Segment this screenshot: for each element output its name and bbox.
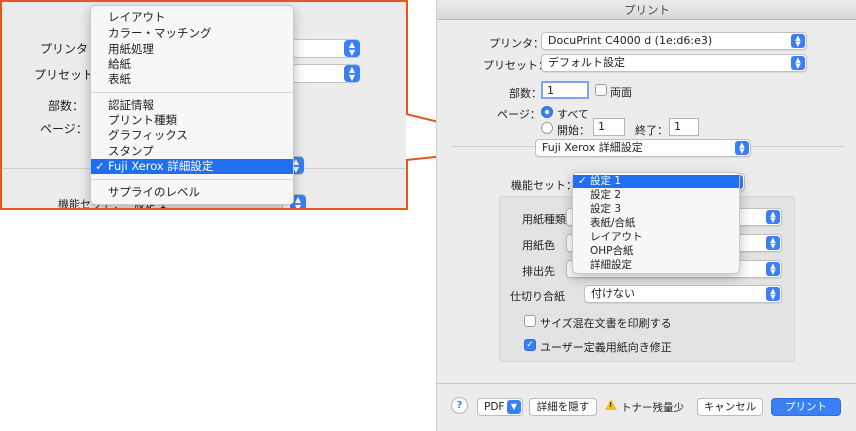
chevron-updown-icon: ▲▼ [344,40,360,57]
screenshot-root: プリンタ： ▲▼ プリセット ▲▼ 部数： ページ： ▲▼ 機能セット： 設定 … [0,0,856,431]
zoom-inset: プリンタ： ▲▼ プリセット ▲▼ 部数： ページ： ▲▼ 機能セット： 設定 … [0,0,408,210]
inset-dropdown-menu: レイアウト カラー・マッチング 用紙処理 給紙 表紙 認証情報 プリント種類 グ… [90,5,294,205]
feature-option-cover-insert[interactable]: 表紙/合紙 [573,217,739,230]
copies-field[interactable]: 1 [541,81,589,99]
section-value: Fuji Xerox 詳細設定 [542,141,643,154]
preset-label: プリセット： [483,59,549,72]
toner-low-label: トナー残量少 [621,402,684,414]
separator-label: 仕切り合紙 [510,290,565,303]
paper-color-label: 用紙色 [522,239,555,252]
chevron-updown-icon: ▲▼ [735,141,749,155]
pages-range-radio[interactable] [541,122,553,134]
pages-all-radio[interactable] [541,106,553,118]
print-button[interactable]: プリント [771,398,841,416]
from-field[interactable]: 1 [593,118,625,136]
chevron-updown-icon: ▲▼ [344,65,360,82]
feature-set-menu: ✓ 設定 1 設定 2 設定 3 表紙/合紙 レイアウト OHP合紙 詳細設定 [572,172,740,274]
feature-option-ohp[interactable]: OHP合紙 [573,245,739,258]
mixed-size-label: サイズ混在文書を印刷する [540,317,672,330]
print-dialog: プリント プリンタ： DocuPrint C4000 d (1e:d6:e3) … [436,0,856,431]
output-label: 排出先 [522,265,555,278]
checkmark-icon: ✓ [578,175,587,187]
preset-value: デフォルト設定 [548,56,625,69]
separator-value: 付けない [591,287,635,300]
inset-preset-label: プリセット [34,68,95,82]
checkmark-icon: ✓ [95,159,105,173]
menu-item-print-type[interactable]: プリント種類 [91,113,293,128]
paper-type-label: 用紙種類 [522,213,566,226]
chevron-updown-icon: ▲▼ [766,210,780,224]
footer-divider [437,383,856,384]
feature-option-detail[interactable]: 詳細設定 [573,259,739,272]
inset-pages-label: ページ： [40,122,88,136]
chevron-updown-icon: ▲▼ [766,262,780,276]
menu-item-color-matching[interactable]: カラー・マッチング [91,26,293,41]
menu-item-layout[interactable]: レイアウト [91,10,293,25]
feature-set-label: 機能セット： [511,179,577,192]
separator-select[interactable]: 付けない ▲ ▼ [584,285,782,303]
warning-icon: ! [605,399,617,410]
menu-item-fuji-xerox-detail[interactable]: ✓ Fuji Xerox 詳細設定 [91,159,293,174]
menu-separator [91,92,293,93]
chevron-updown-icon: ▲▼ [766,236,780,250]
menu-item-stamp[interactable]: スタンプ [91,144,293,159]
feature-option-setting-2[interactable]: 設定 2 [573,189,739,202]
printer-select[interactable]: DocuPrint C4000 d (1e:d6:e3) ▲ ▼ [541,32,807,50]
cancel-button[interactable]: キャンセル [697,398,763,416]
feature-option-layout[interactable]: レイアウト [573,231,739,244]
to-label: 終了： [635,124,668,137]
preset-select[interactable]: デフォルト設定 ▲ ▼ [541,54,807,72]
hide-details-button[interactable]: 詳細を隠す [529,398,597,416]
from-label: 開始： [557,124,590,137]
dialog-title: プリント [437,0,856,20]
feature-option-setting-3[interactable]: 設定 3 [573,203,739,216]
inset-copies-label: 部数： [48,99,85,113]
menu-item-graphics[interactable]: グラフィックス [91,128,293,143]
pdf-label: PDF [484,401,505,413]
chevron-updown-icon: ▲▼ [791,34,805,48]
chevron-down-icon: ▼ [507,400,521,414]
chevron-updown-icon: ▲▼ [766,287,780,301]
printer-value: DocuPrint C4000 d (1e:d6:e3) [548,34,713,47]
custom-paper-label: ユーザー定義用紙向き修正 [540,341,672,354]
duplex-label: 両面 [610,86,632,99]
feature-option-setting-1[interactable]: ✓ 設定 1 [573,175,739,188]
duplex-checkbox[interactable] [595,84,607,96]
section-select[interactable]: Fuji Xerox 詳細設定 ▲ ▼ [535,139,751,157]
printer-label: プリンタ： [489,37,544,50]
to-field[interactable]: 1 [669,118,699,136]
menu-item-cover[interactable]: 表紙 [91,72,293,87]
menu-item-paper-feed[interactable]: 給紙 [91,57,293,72]
feature-option-label: 設定 1 [590,175,622,187]
menu-item-supply-levels[interactable]: サプライのレベル [91,185,293,200]
copies-label: 部数： [509,87,542,100]
pages-label: ページ： [497,108,541,121]
pages-all-label: すべて [557,108,589,121]
menu-item-label: Fuji Xerox 詳細設定 [108,159,214,173]
chevron-updown-icon: ▲▼ [791,56,805,70]
menu-separator [91,179,293,180]
help-button[interactable]: ? [451,397,468,414]
custom-paper-checkbox[interactable]: ✓ [524,339,536,351]
menu-item-paper-handling[interactable]: 用紙処理 [91,42,293,57]
mixed-size-checkbox[interactable] [524,315,536,327]
pdf-button[interactable]: PDF ▼ [477,398,523,416]
menu-item-authentication[interactable]: 認証情報 [91,98,293,113]
